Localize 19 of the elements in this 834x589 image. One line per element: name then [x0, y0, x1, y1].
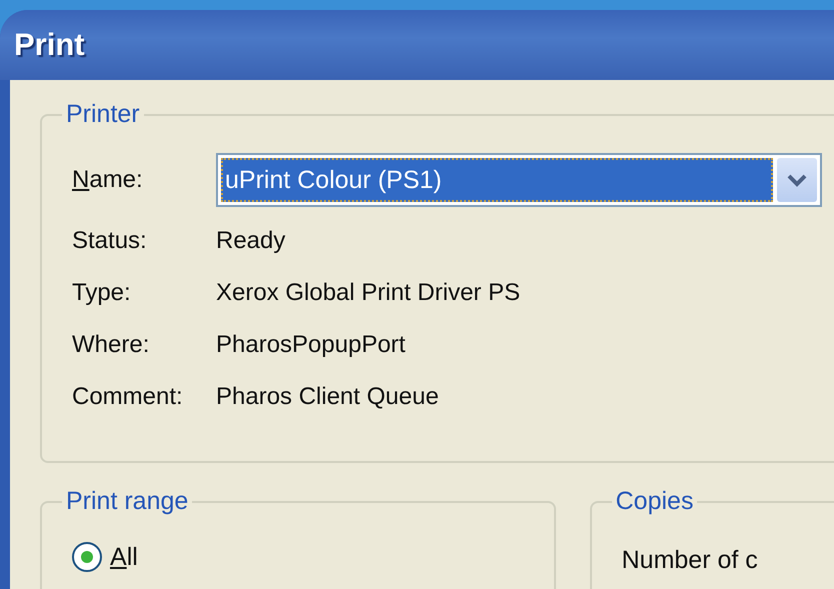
- field-label: Name:: [72, 166, 144, 194]
- dropdown-button[interactable]: [777, 158, 817, 202]
- window-title: Print: [14, 27, 85, 63]
- info-value: Xerox Global Print Driver PS: [216, 279, 520, 307]
- info-label: Type:: [72, 279, 132, 307]
- info-label: Where:: [72, 331, 150, 359]
- radio-label[interactable]: All: [110, 542, 138, 572]
- copies-label: Number of c: [622, 546, 759, 575]
- info-value: PharosPopupPort: [216, 331, 406, 359]
- info-label: Comment:: [72, 383, 184, 411]
- chevron-down-icon: [786, 173, 808, 187]
- radio-button[interactable]: [72, 542, 102, 572]
- group-legend: Printer: [62, 100, 144, 129]
- info-value: Pharos Client Queue: [216, 383, 439, 411]
- printer-dropdown[interactable]: uPrint Colour (PS1): [216, 153, 822, 207]
- group-legend: Print range: [62, 487, 192, 516]
- group-legend: Copies: [612, 487, 698, 516]
- info-label: Status:: [72, 227, 148, 255]
- info-value: Ready: [216, 227, 286, 255]
